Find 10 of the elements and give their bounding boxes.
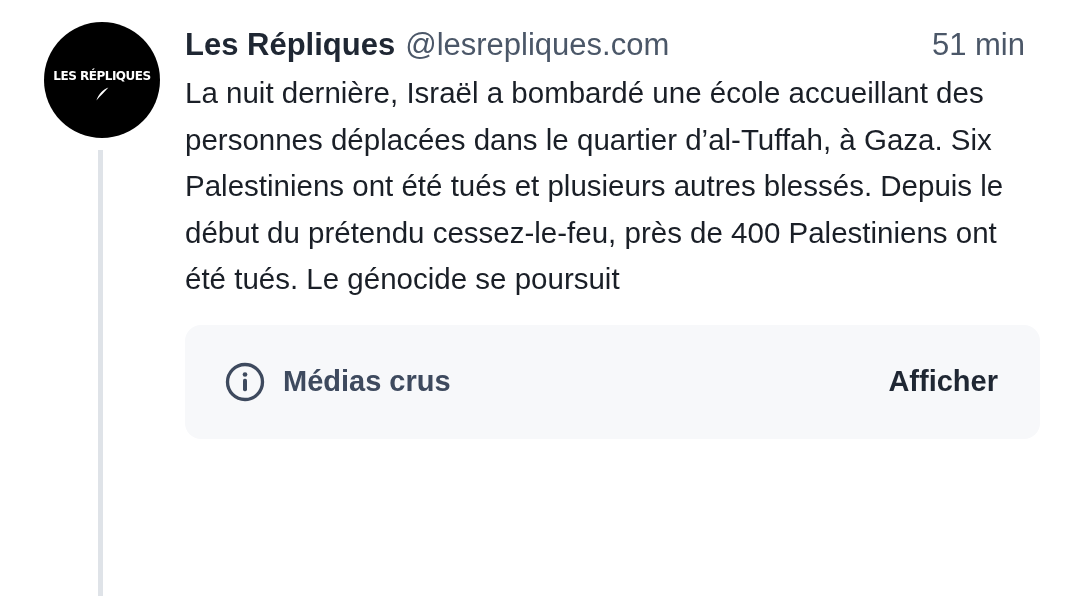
show-button[interactable]: Afficher xyxy=(888,365,998,398)
author-name[interactable]: Les Répliques xyxy=(185,20,396,70)
info-icon xyxy=(225,361,265,402)
warning-label: Médias crus xyxy=(283,365,451,398)
avatar[interactable]: LES RÉPLIQUES xyxy=(44,22,160,138)
post-text: La nuit dernière, Israël a bombardé une école accueillant des personnes déplacées dans le quartier d’al-Tuffah, à Gaza. Six Palestiniens ont été tués et plusieurs autres blessés. Depuis le début du prétendu cessez-le-feu, près de 400 Palestiniens ont été tués. Le génocide se poursuit xyxy=(185,75,1005,297)
quill-icon xyxy=(94,85,110,102)
post-time[interactable]: 51 min xyxy=(931,20,1025,70)
author-handle[interactable]: @lesrepliques.com xyxy=(405,20,670,70)
logo-text: LES RÉPLIQUES xyxy=(53,68,151,83)
